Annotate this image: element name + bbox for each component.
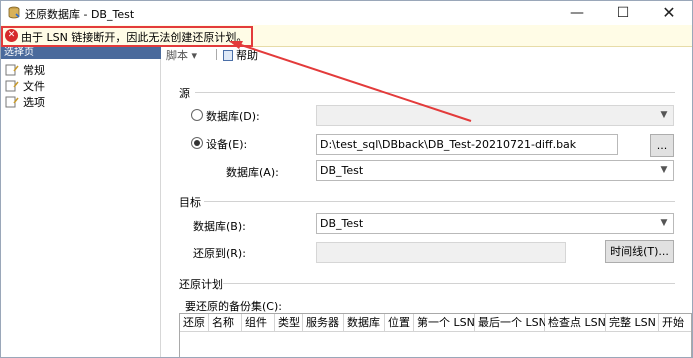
source-database-select[interactable]: DB_Test ▼ xyxy=(316,160,674,181)
backup-sets-grid[interactable]: 还原 名称 组件 类型 服务器 数据库 位置 第一个 LSN 最后一个 LSN … xyxy=(179,313,692,357)
nav-item-general[interactable]: 常规 xyxy=(5,63,45,79)
target-section-title: 目标 xyxy=(179,196,201,209)
maximize-button[interactable]: ☐ xyxy=(600,1,646,25)
column-header[interactable]: 完整 LSN xyxy=(606,314,659,332)
database-source-radio[interactable] xyxy=(191,109,203,121)
source-section-title: 源 xyxy=(179,87,190,100)
title-bar: 还原数据库 - DB_Test — ☐ ✕ xyxy=(1,1,692,25)
help-icon xyxy=(223,50,233,61)
column-header[interactable]: 服务器 xyxy=(303,314,344,332)
restore-database-window: 还原数据库 - DB_Test — ☐ ✕ ✕ 由于 LSN 链接断开，因此无法… xyxy=(0,0,693,358)
page-icon xyxy=(5,96,19,108)
toolbar-separator xyxy=(216,49,217,60)
restore-to-label: 还原到(R): xyxy=(193,247,246,260)
target-divider xyxy=(204,201,675,202)
page-icon xyxy=(5,64,19,76)
help-label: 帮助 xyxy=(236,49,258,62)
backup-sets-label: 要还原的备份集(C): xyxy=(185,300,282,313)
target-database-select[interactable]: DB_Test ▼ xyxy=(316,213,674,234)
column-header[interactable]: 位置 xyxy=(385,314,414,332)
page-icon xyxy=(5,80,19,92)
column-header[interactable]: 第一个 LSN xyxy=(414,314,475,332)
column-header[interactable]: 组件 xyxy=(242,314,275,332)
chevron-down-icon: ▼ xyxy=(660,218,668,228)
nav-item-label: 常规 xyxy=(23,64,45,77)
nav-item-label: 选项 xyxy=(23,96,45,109)
column-header[interactable]: 检查点 LSN xyxy=(545,314,606,332)
script-button[interactable]: 脚本 ▾ xyxy=(166,47,197,63)
restore-plan-title: 还原计划 xyxy=(179,278,223,291)
window-title: 还原数据库 - DB_Test xyxy=(25,8,135,21)
device-source-label: 设备(E): xyxy=(206,138,248,151)
nav-item-label: 文件 xyxy=(23,80,45,93)
select-page-header: 选择页 xyxy=(1,47,161,59)
timeline-button[interactable]: 时间线(T)... xyxy=(605,240,674,263)
error-highlight-box xyxy=(1,26,253,47)
column-header[interactable]: 最后一个 LSN xyxy=(475,314,547,332)
source-database-label: 数据库(A): xyxy=(226,166,279,179)
column-header[interactable]: 类型 xyxy=(275,314,303,332)
target-database-label: 数据库(B): xyxy=(193,220,246,233)
select-page-panel: 选择页 常规 文件 选项 xyxy=(1,47,161,357)
column-header[interactable]: 名称 xyxy=(209,314,242,332)
toolbar: 脚本 ▾ 帮助 xyxy=(161,47,692,63)
source-database-value: DB_Test xyxy=(320,164,364,177)
help-button[interactable]: 帮助 xyxy=(223,47,258,63)
database-restore-icon xyxy=(8,6,20,19)
device-path-field[interactable]: D:\test_sql\DBback\DB_Test-20210721-diff… xyxy=(316,134,618,155)
column-header[interactable]: 开始 xyxy=(659,314,691,332)
column-header[interactable]: 还原 xyxy=(180,314,209,332)
minimize-button[interactable]: — xyxy=(554,1,600,25)
target-database-value: DB_Test xyxy=(320,217,364,230)
column-header[interactable]: 数据库 xyxy=(344,314,385,332)
database-source-label: 数据库(D): xyxy=(206,110,260,123)
nav-item-files[interactable]: 文件 xyxy=(5,79,45,95)
nav-item-options[interactable]: 选项 xyxy=(5,95,45,111)
restore-to-field xyxy=(316,242,566,263)
grid-header: 还原 名称 组件 类型 服务器 数据库 位置 第一个 LSN 最后一个 LSN … xyxy=(180,314,691,332)
source-database-combo[interactable]: ▼ xyxy=(316,105,674,126)
chevron-down-icon: ▼ xyxy=(660,110,668,120)
chevron-down-icon: ▼ xyxy=(660,165,668,175)
restore-plan-divider xyxy=(223,283,675,284)
close-button[interactable]: ✕ xyxy=(646,1,692,25)
device-source-radio[interactable] xyxy=(191,137,203,149)
source-divider xyxy=(195,92,675,93)
browse-device-button[interactable]: ... xyxy=(650,134,674,157)
